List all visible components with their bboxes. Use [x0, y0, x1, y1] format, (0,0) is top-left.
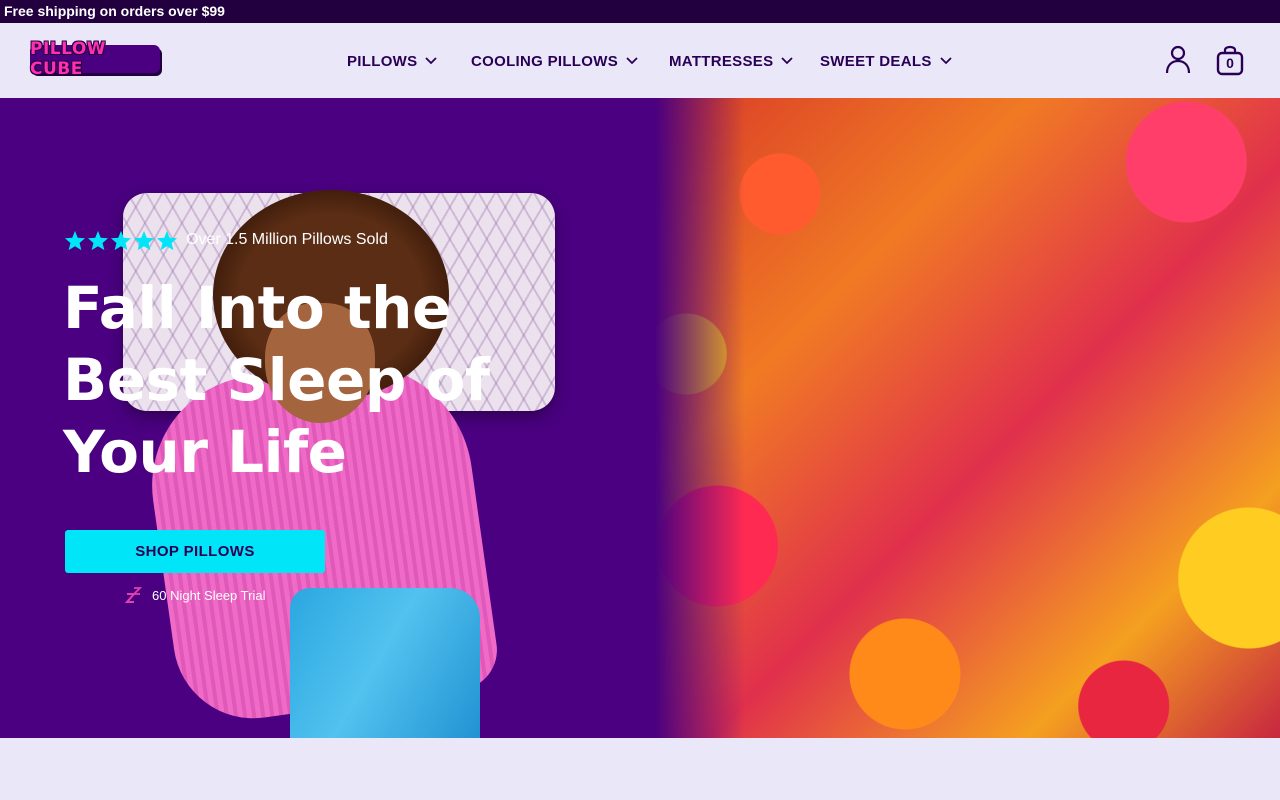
nav-item-cooling-pillows[interactable]: COOLING PILLOWS [471, 51, 638, 71]
headline-line: Best Sleep of [63, 346, 490, 414]
announcement-text: Free shipping on orders over $99 [4, 3, 225, 19]
nav-item-mattresses[interactable]: MATTRESSES [669, 51, 794, 71]
nav-label: COOLING PILLOWS [471, 52, 618, 70]
shop-pillows-button[interactable]: SHOP PILLOWS [65, 530, 325, 573]
nav-item-sweet-deals[interactable]: SWEET DEALS [820, 51, 952, 71]
user-icon [1165, 45, 1191, 74]
star-icon [133, 230, 155, 250]
site-header: PILLOW CUBE PILLOWS COOLING PILLOWS MATT… [0, 23, 1280, 98]
star-icon [110, 230, 132, 250]
rating-text: Over 1.5 Million Pillows Sold [186, 231, 388, 248]
nav-label: SWEET DEALS [820, 52, 932, 70]
main-nav: PILLOWS COOLING PILLOWS MATTRESSES SWEET… [0, 23, 1280, 98]
rating-row: Over 1.5 Million Pillows Sold [64, 229, 388, 251]
cart-button[interactable]: 0 [1215, 43, 1245, 77]
cart-count: 0 [1226, 55, 1234, 71]
chevron-down-icon [425, 57, 438, 65]
star-rating [64, 230, 178, 251]
hero-headline: Fall Into the Best Sleep of Your Life [63, 272, 623, 488]
star-icon [156, 230, 178, 250]
nav-label: MATTRESSES [669, 52, 774, 70]
sleep-trial-note: 60 Night Sleep Trial [125, 586, 265, 604]
nav-item-pillows[interactable]: PILLOWS [347, 51, 438, 71]
chevron-down-icon [626, 57, 638, 65]
star-icon [87, 230, 109, 250]
chevron-down-icon [781, 57, 794, 65]
sleep-trial-text: 60 Night Sleep Trial [152, 587, 266, 603]
star-icon [64, 230, 86, 250]
hero-gradient-fade [655, 98, 745, 738]
nav-label: PILLOWS [347, 52, 418, 70]
zzz-sleep-icon [125, 586, 142, 603]
hero-photo-jeans [290, 588, 480, 738]
headline-line: Fall Into the [63, 274, 451, 342]
hero-photo-leaves [655, 98, 1280, 738]
account-button[interactable] [1165, 45, 1191, 75]
headline-line: Your Life [63, 418, 347, 486]
chevron-down-icon [940, 57, 952, 65]
announcement-bar: Free shipping on orders over $99 [0, 0, 1280, 23]
